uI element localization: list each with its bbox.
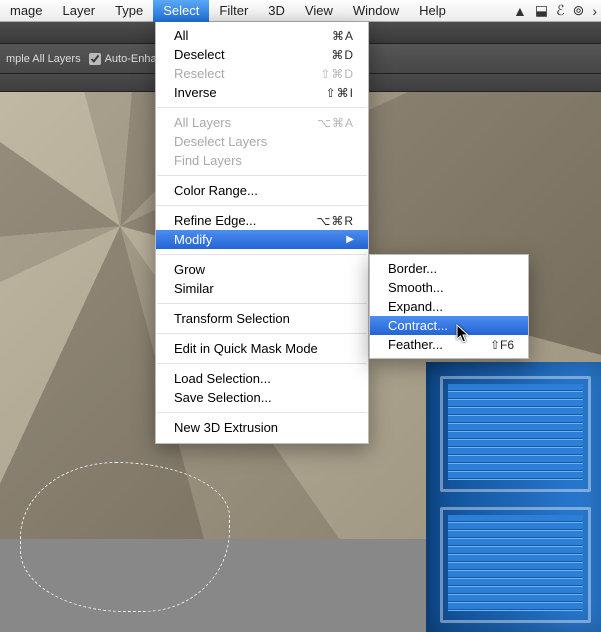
menu-separator [157,412,367,413]
menubar-item-mage[interactable]: mage [0,0,53,22]
creative-cloud-icon[interactable]: ⊚ [573,2,585,19]
menu-item-transform-selection[interactable]: Transform Selection [156,309,368,328]
menu-separator [157,254,367,255]
menu-item-label: Grow [174,262,205,277]
menubar-item-view[interactable]: View [295,0,343,22]
menu-item-label: New 3D Extrusion [174,420,278,435]
auto-enhance-checkbox[interactable] [89,53,101,65]
submenu-item-label: Contract... [388,318,448,333]
menu-item-label: Similar [174,281,214,296]
menu-item-label: Deselect [174,47,225,62]
menu-item-edit-in-quick-mask-mode[interactable]: Edit in Quick Mask Mode [156,339,368,358]
dropbox-icon[interactable]: ⬓ [535,2,548,19]
menu-item-load-selection[interactable]: Load Selection... [156,369,368,388]
menubar-item-window[interactable]: Window [343,0,409,22]
menu-item-all[interactable]: All ⌘A [156,26,368,45]
menu-item-color-range[interactable]: Color Range... [156,181,368,200]
menu-item-label: Load Selection... [174,371,271,386]
menu-separator [157,333,367,334]
submenu-item-shortcut: ⇧F6 [490,338,514,352]
menu-item-label: All Layers [174,115,231,130]
menu-item-refine-edge[interactable]: Refine Edge... ⌥⌘R [156,211,368,230]
menu-item-find-layers: Find Layers [156,151,368,170]
menu-item-label: Inverse [174,85,217,100]
menu-item-label: Edit in Quick Mask Mode [174,341,318,356]
menubar-item-layer[interactable]: Layer [53,0,106,22]
menubar-item-select[interactable]: Select [153,0,209,22]
menu-item-all-layers: All Layers ⌥⌘A [156,113,368,132]
overflow-icon[interactable]: › [592,3,597,19]
menu-item-label: Reselect [174,66,225,81]
menu-item-label: All [174,28,188,43]
active-selection-marquee [20,462,230,612]
menu-item-label: Refine Edge... [174,213,256,228]
menu-item-label: Find Layers [174,153,242,168]
menu-separator [157,175,367,176]
option-sample-all-layers-label: mple All Layers [6,53,81,65]
modify-submenu: Border... Smooth... Expand... Contract... Fe… [369,254,529,359]
menu-item-shortcut: ⇧⌘D [320,67,354,81]
menu-item-modify[interactable]: Modify ▶ [156,230,368,249]
menubar-item-3d[interactable]: 3D [258,0,295,22]
menu-item-shortcut: ⌥⌘R [317,214,355,228]
menu-item-save-selection[interactable]: Save Selection... [156,388,368,407]
image-shutter-region [426,362,601,632]
menu-item-label: Modify [174,232,212,247]
submenu-item-label: Feather... [388,337,443,352]
menu-item-shortcut: ⇧⌘I [326,86,354,100]
submenu-item-contract[interactable]: Contract... [370,316,528,335]
menu-item-shortcut: ⌘A [332,29,354,43]
submenu-item-label: Expand... [388,299,443,314]
menu-item-label: Deselect Layers [174,134,267,149]
select-menu-dropdown: All ⌘A Deselect ⌘D Reselect ⇧⌘D Inverse ⇧⌘I All … [155,22,369,444]
menu-item-label: Save Selection... [174,390,272,405]
menubar-item-type[interactable]: Type [105,0,153,22]
menu-item-inverse[interactable]: Inverse ⇧⌘I [156,83,368,102]
menu-item-similar[interactable]: Similar [156,279,368,298]
menu-item-label: Transform Selection [174,311,290,326]
menubar-system-tray: ▲ ⬓ ℰ ⊚ › [513,2,601,19]
submenu-item-smooth[interactable]: Smooth... [370,278,528,297]
menu-item-deselect-layers: Deselect Layers [156,132,368,151]
menubar-item-help[interactable]: Help [409,0,456,22]
menu-item-reselect: Reselect ⇧⌘D [156,64,368,83]
mac-menubar: mageLayerTypeSelectFilter3DViewWindowHel… [0,0,601,22]
submenu-item-expand[interactable]: Expand... [370,297,528,316]
menu-item-shortcut: ⌘D [331,48,354,62]
menu-item-label: Color Range... [174,183,258,198]
menu-separator [157,303,367,304]
submenu-item-border[interactable]: Border... [370,259,528,278]
menu-separator [157,107,367,108]
submenu-item-label: Border... [388,261,437,276]
submenu-item-label: Smooth... [388,280,444,295]
menubar-item-filter[interactable]: Filter [209,0,258,22]
menu-item-grow[interactable]: Grow [156,260,368,279]
menu-item-shortcut: ⌥⌘A [317,116,354,130]
evernote-icon[interactable]: ℰ [556,2,564,19]
menu-item-deselect[interactable]: Deselect ⌘D [156,45,368,64]
menu-separator [157,363,367,364]
menu-separator [157,205,367,206]
submenu-item-feather[interactable]: Feather... ⇧F6 [370,335,528,354]
google-drive-icon[interactable]: ▲ [513,3,527,19]
submenu-arrow-icon: ▶ [346,234,354,245]
menu-item-new-3d-extrusion[interactable]: New 3D Extrusion [156,418,368,437]
